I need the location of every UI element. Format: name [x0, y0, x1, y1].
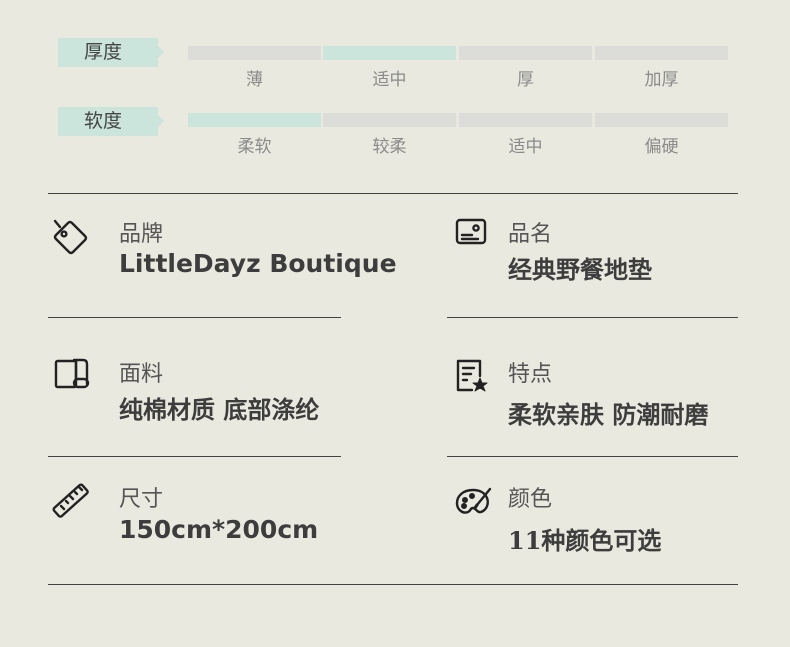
divider-left-1	[48, 317, 341, 318]
softness-label-fairly-soft: 较柔	[372, 137, 407, 157]
softness-segment-soft	[188, 113, 321, 127]
thickness-segment-thick	[459, 46, 592, 60]
thickness-segment-medium	[323, 46, 456, 60]
spec-brand-value: LittleDayz Boutique	[119, 249, 397, 278]
spec-size-label: 尺寸	[119, 487, 164, 512]
softness-label-firm: 偏硬	[644, 137, 679, 157]
palette-icon	[453, 483, 493, 523]
fabric-roll-icon	[52, 355, 92, 395]
product-card-icon	[452, 213, 492, 253]
divider-right-1	[447, 317, 738, 318]
softness-segment-fairly-soft	[323, 113, 456, 127]
spec-brand-label: 品牌	[119, 222, 164, 247]
thickness-label-medium: 适中	[372, 70, 407, 90]
spec-name-value: 经典野餐地垫	[508, 255, 652, 284]
divider-left-2	[48, 456, 341, 457]
softness-label-medium: 适中	[508, 137, 543, 157]
thickness-label-extra-thick: 加厚	[644, 70, 679, 90]
divider-bottom	[48, 584, 738, 585]
spec-fabric-value: 纯棉材质 底部涤纶	[119, 395, 320, 424]
divider-top	[48, 193, 738, 194]
divider-right-2	[447, 456, 738, 457]
spec-name-label: 品名	[508, 222, 553, 247]
thickness-segment-thin	[188, 46, 321, 60]
thickness-label-thin: 薄	[246, 70, 263, 90]
spec-colors-value: 11种颜色可选	[508, 526, 662, 555]
softness-segment-firm	[595, 113, 728, 127]
softness-tag: 软度	[58, 107, 164, 136]
spec-features-value: 柔软亲肤 防潮耐磨	[508, 400, 709, 429]
ruler-icon	[51, 481, 91, 521]
spec-fabric-label: 面料	[119, 362, 164, 387]
spec-colors-label: 颜色	[508, 487, 553, 512]
spec-size-value: 150cm*200cm	[119, 515, 319, 544]
thickness-segment-extra-thick	[595, 46, 728, 60]
softness-label-soft: 柔软	[237, 137, 272, 157]
softness-segment-medium	[459, 113, 592, 127]
document-star-icon	[452, 356, 492, 396]
thickness-tag: 厚度	[58, 38, 164, 67]
spec-features-label: 特点	[508, 362, 553, 387]
price-tag-icon	[51, 217, 91, 257]
thickness-label-thick: 厚	[517, 70, 534, 90]
